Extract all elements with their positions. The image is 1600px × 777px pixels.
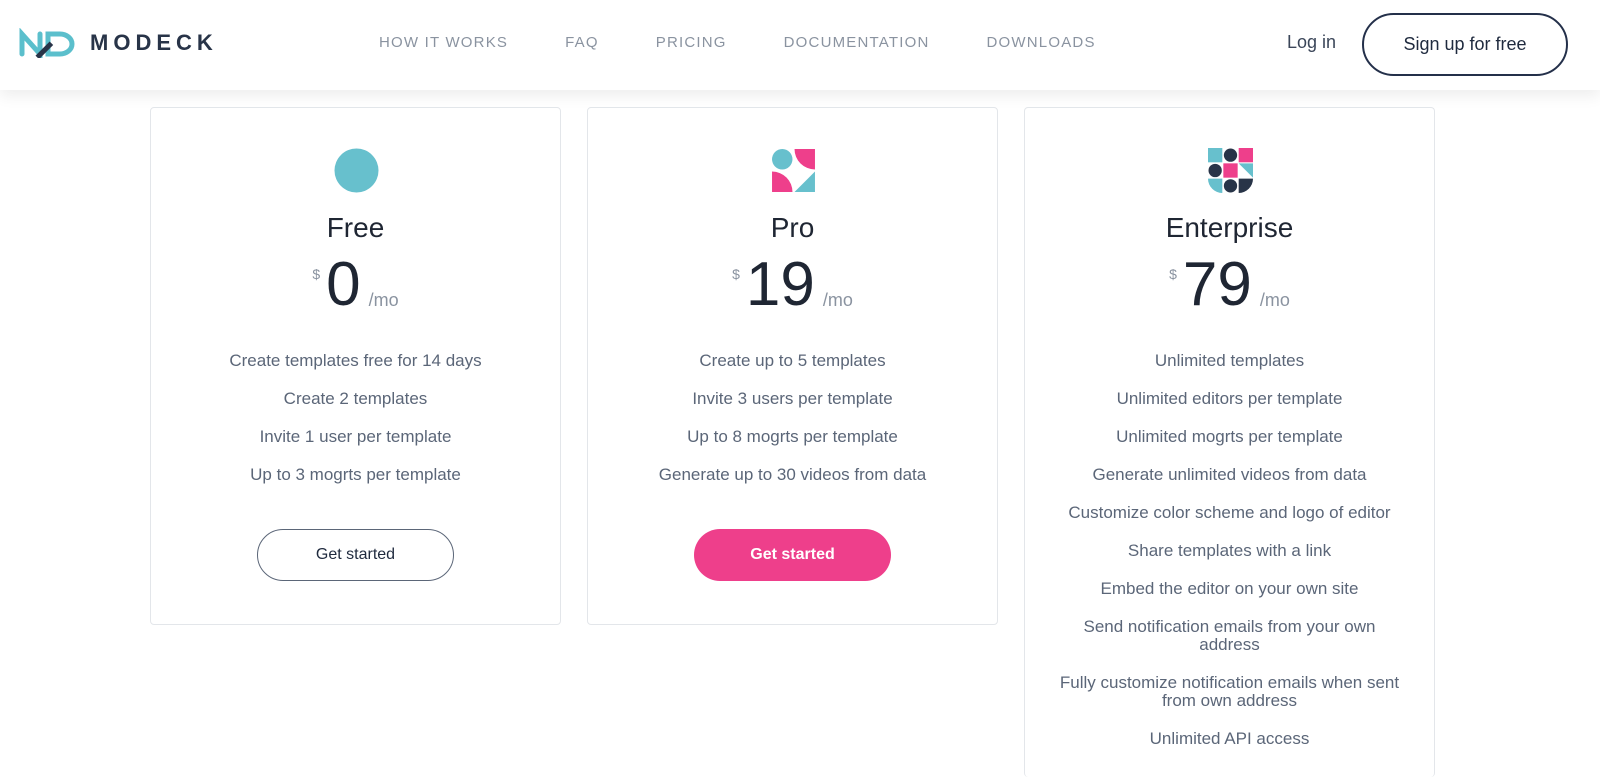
feature-item: Unlimited templates bbox=[1154, 351, 1305, 370]
feature-list: Create up to 5 templates Invite 3 users … bbox=[588, 352, 997, 504]
feature-item: Generate unlimited videos from data bbox=[1092, 465, 1367, 484]
feature-item: Share templates with a link bbox=[1127, 541, 1332, 560]
feature-item: Invite 3 users per template bbox=[692, 389, 893, 408]
plan-price: $ 79 /mo bbox=[1025, 254, 1434, 324]
brand-name: MODECK bbox=[90, 30, 218, 55]
currency-symbol: $ bbox=[1169, 266, 1177, 282]
price-period: /mo bbox=[368, 290, 399, 310]
nav-faq[interactable]: FAQ bbox=[565, 34, 599, 51]
circle-plan-icon bbox=[334, 148, 379, 193]
currency-symbol: $ bbox=[732, 266, 740, 282]
mosaic-plan-icon bbox=[1208, 148, 1253, 193]
feature-item: Customize color scheme and logo of edito… bbox=[1068, 503, 1391, 522]
feature-item: Create 2 templates bbox=[283, 389, 428, 408]
plan-name: Pro bbox=[770, 212, 815, 243]
shapes-plan-icon bbox=[772, 149, 815, 192]
plan-card-free: Free $ 0 /mo Create templates free for 1… bbox=[150, 107, 561, 625]
plan-price: $ 19 /mo bbox=[588, 254, 997, 324]
plan-name: Enterprise bbox=[1165, 212, 1294, 243]
feature-item: Up to 3 mogrts per template bbox=[250, 465, 461, 484]
feature-list: Unlimited templates Unlimited editors pe… bbox=[1025, 352, 1434, 768]
plan-card-pro: Pro $ 19 /mo Create up to 5 templates In… bbox=[587, 107, 998, 625]
signup-button[interactable]: Sign up for free bbox=[1362, 13, 1568, 76]
feature-item: Create templates free for 14 days bbox=[229, 351, 482, 370]
site-header: MODECK HOW IT WORKS FAQ PRICING DOCUMENT… bbox=[0, 0, 1600, 90]
feature-item: Invite 1 user per template bbox=[259, 427, 452, 446]
feature-item: Up to 8 mogrts per template bbox=[687, 427, 898, 446]
feature-item: Unlimited API access bbox=[1149, 729, 1310, 748]
main-nav: HOW IT WORKS FAQ PRICING DOCUMENTATION D… bbox=[379, 34, 1153, 51]
feature-item: Send notification emails from your own a… bbox=[1083, 617, 1376, 654]
price-amount: 79 bbox=[1182, 250, 1252, 319]
login-link[interactable]: Log in bbox=[1287, 32, 1336, 53]
nav-documentation[interactable]: DOCUMENTATION bbox=[784, 34, 930, 51]
currency-symbol: $ bbox=[312, 266, 321, 282]
get-started-free-button[interactable]: Get started bbox=[257, 529, 454, 581]
plan-card-enterprise: Enterprise $ 79 /mo Unlimited templates … bbox=[1024, 107, 1435, 777]
plan-name: Free bbox=[326, 212, 385, 243]
feature-item: Fully customize notification emails when… bbox=[1059, 673, 1400, 710]
price-amount: 0 bbox=[326, 250, 361, 319]
get-started-pro-button[interactable]: Get started bbox=[694, 529, 891, 581]
feature-item: Embed the editor on your own site bbox=[1100, 579, 1359, 598]
feature-item: Create up to 5 templates bbox=[699, 351, 886, 370]
plan-price: $ 0 /mo bbox=[151, 254, 560, 324]
price-period: /mo bbox=[822, 290, 853, 310]
modeck-logo-icon bbox=[19, 28, 75, 58]
feature-item: Generate up to 30 videos from data bbox=[658, 465, 927, 484]
nav-pricing[interactable]: PRICING bbox=[656, 34, 727, 51]
nav-how-it-works[interactable]: HOW IT WORKS bbox=[379, 34, 508, 51]
feature-item: Unlimited editors per template bbox=[1116, 389, 1343, 408]
price-amount: 19 bbox=[745, 250, 815, 319]
modeck-logo[interactable]: MODECK bbox=[18, 28, 218, 58]
price-period: /mo bbox=[1259, 290, 1290, 310]
feature-item: Unlimited mogrts per template bbox=[1116, 427, 1343, 446]
nav-downloads[interactable]: DOWNLOADS bbox=[987, 34, 1096, 51]
feature-list: Create templates free for 14 days Create… bbox=[151, 352, 560, 504]
